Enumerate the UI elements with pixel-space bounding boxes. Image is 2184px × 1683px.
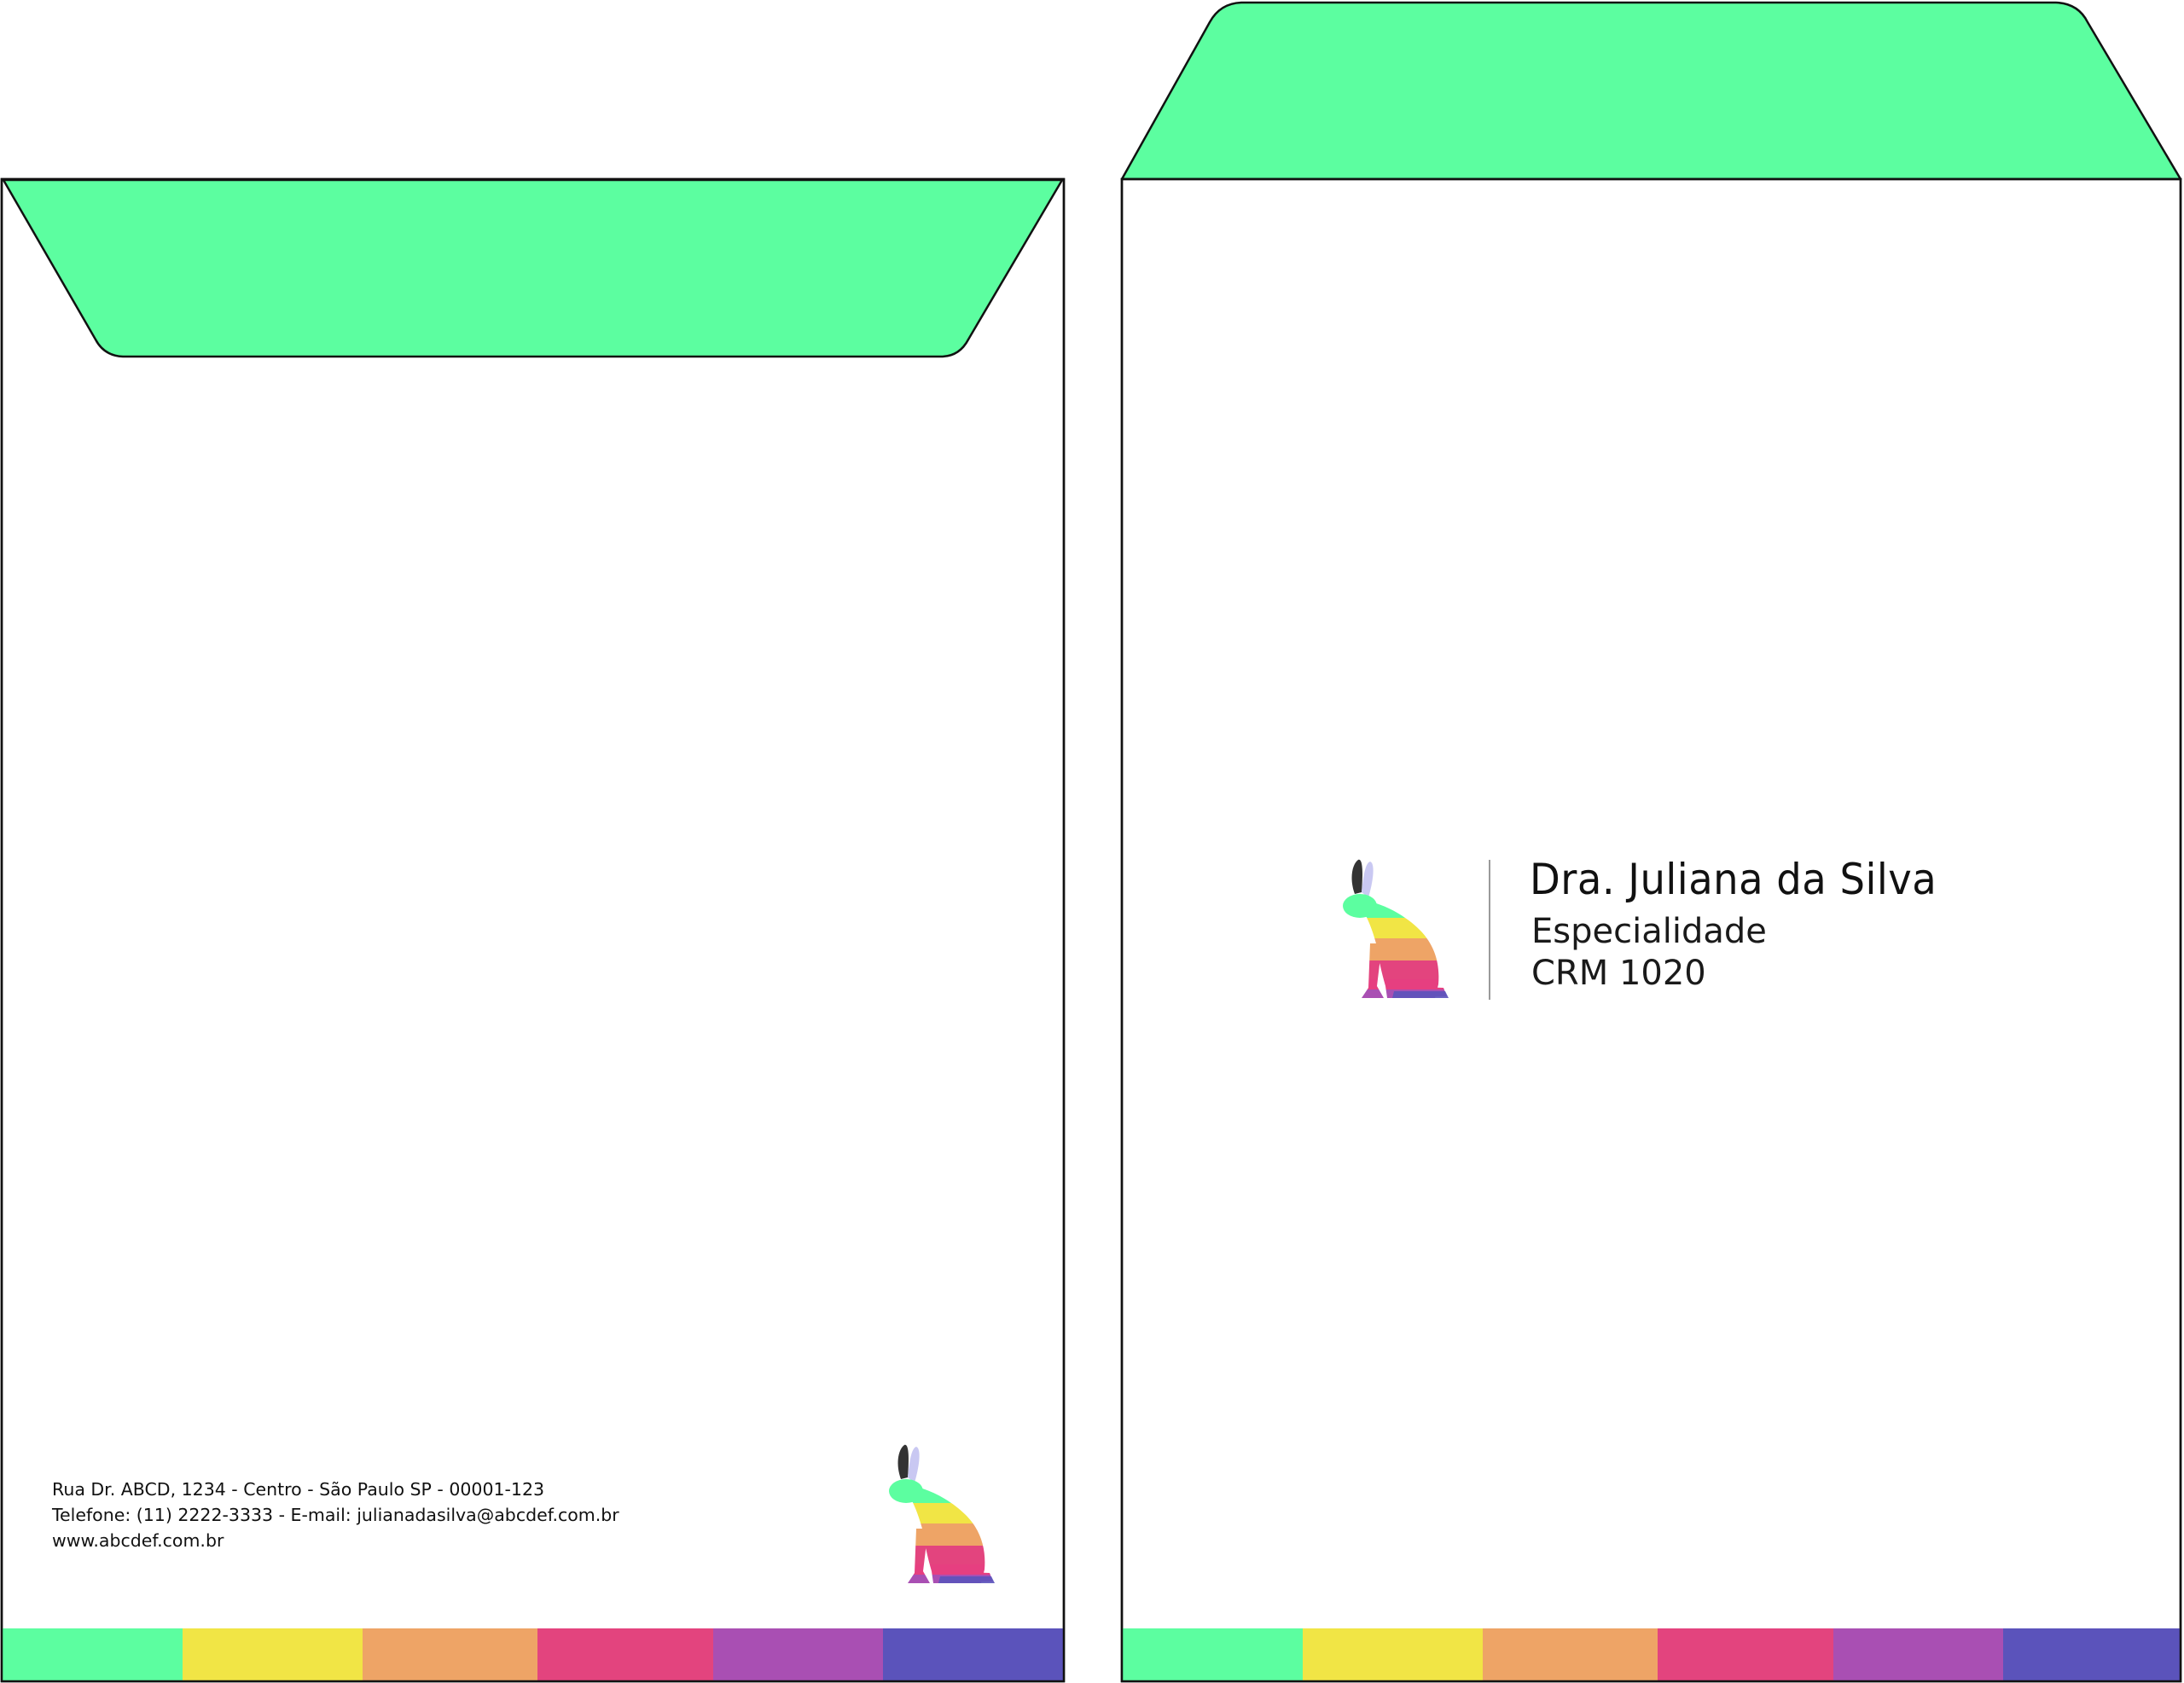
stripe-yellow <box>183 1628 363 1680</box>
contact-line: Telefone: (11) 2222-3333 - E-mail: julia… <box>52 1505 619 1525</box>
front-envelope <box>1120 1 2182 1683</box>
front-color-stripe <box>1123 1628 2180 1680</box>
stripe-yellow <box>1303 1628 1483 1680</box>
doctor-specialty: Especialidade <box>1531 912 1767 951</box>
stripe-green <box>1123 1628 1303 1680</box>
stripe-purple <box>1833 1628 2003 1680</box>
stripe-indigo <box>883 1628 1063 1680</box>
front-envelope-flap <box>1120 1 2182 181</box>
stripe-pink <box>1658 1628 1833 1680</box>
doctor-crm: CRM 1020 <box>1531 954 1706 993</box>
address-line: Rua Dr. ABCD, 1234 - Centro - São Paulo … <box>52 1479 545 1500</box>
stripe-orange <box>1483 1628 1658 1680</box>
stripe-orange <box>363 1628 537 1680</box>
website-line: www.abcdef.com.br <box>52 1530 224 1551</box>
back-color-stripe <box>3 1628 1063 1680</box>
stripe-green <box>3 1628 183 1680</box>
doctor-name: Dra. Juliana da Silva <box>1530 855 1937 904</box>
back-envelope <box>0 177 1066 1683</box>
stripe-purple <box>713 1628 883 1680</box>
stripe-pink <box>537 1628 713 1680</box>
stripe-indigo <box>2003 1628 2180 1680</box>
envelope-artboard <box>0 1 2182 1683</box>
back-envelope-flap <box>2 178 1064 358</box>
